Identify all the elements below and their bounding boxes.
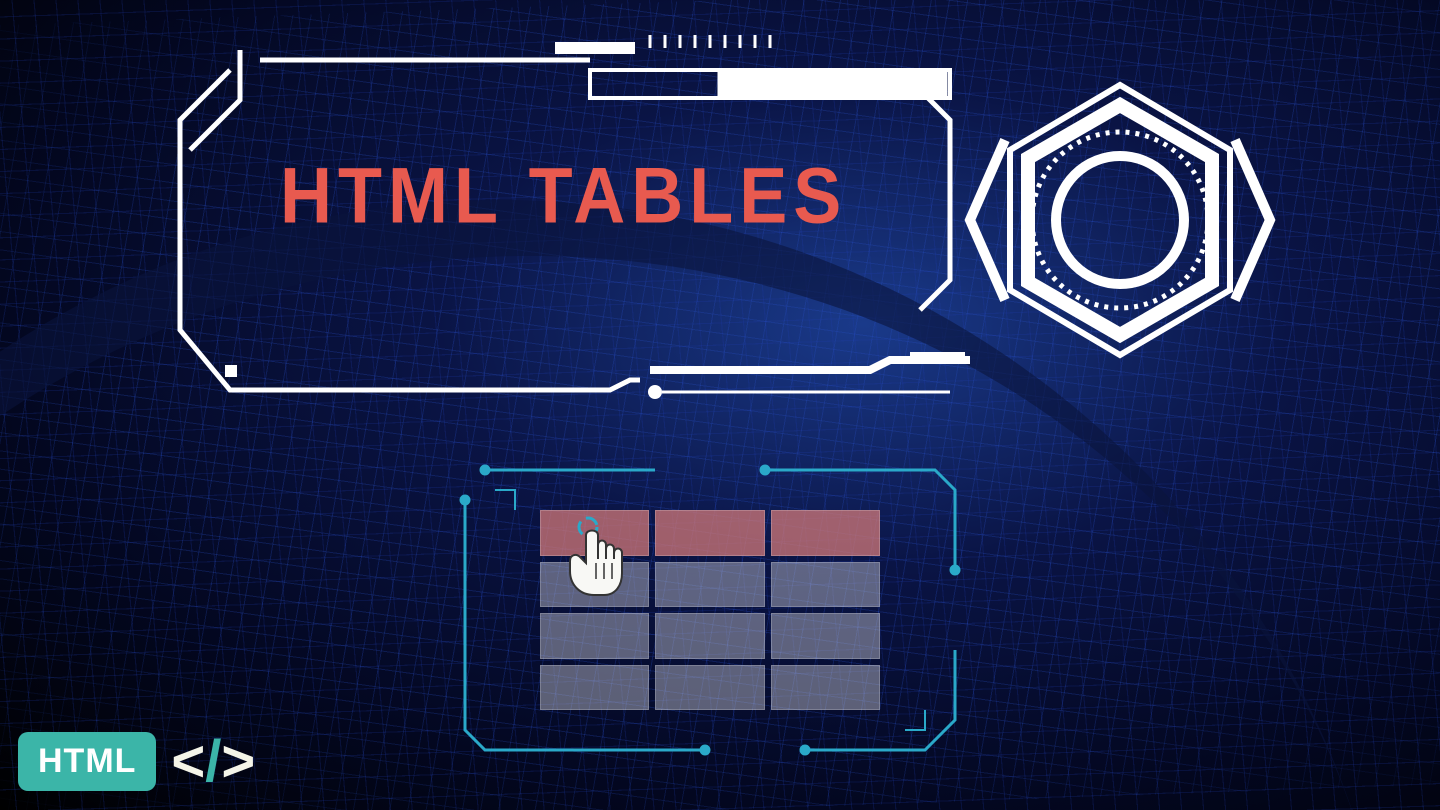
table-cell — [771, 562, 880, 608]
table-header-cell — [771, 510, 880, 556]
table-cell — [540, 613, 649, 659]
angle-right: > — [221, 728, 255, 795]
table-cell — [771, 613, 880, 659]
table-header-cell — [655, 510, 764, 556]
table-cell — [655, 665, 764, 711]
table-cell — [655, 562, 764, 608]
code-brackets-icon: </> — [171, 728, 255, 795]
table-cell — [771, 665, 880, 711]
hexagon-gauge-icon — [960, 60, 1280, 380]
slash: / — [205, 728, 221, 795]
table-cell — [655, 613, 764, 659]
html-badge: HTML </> — [18, 728, 255, 795]
page-title: HTML TABLES — [280, 151, 930, 241]
table-preview-panel — [455, 450, 965, 780]
pointer-cursor-icon — [560, 515, 630, 600]
angle-left: < — [171, 728, 205, 795]
html-badge-label: HTML — [18, 732, 156, 791]
table-cell — [540, 665, 649, 711]
